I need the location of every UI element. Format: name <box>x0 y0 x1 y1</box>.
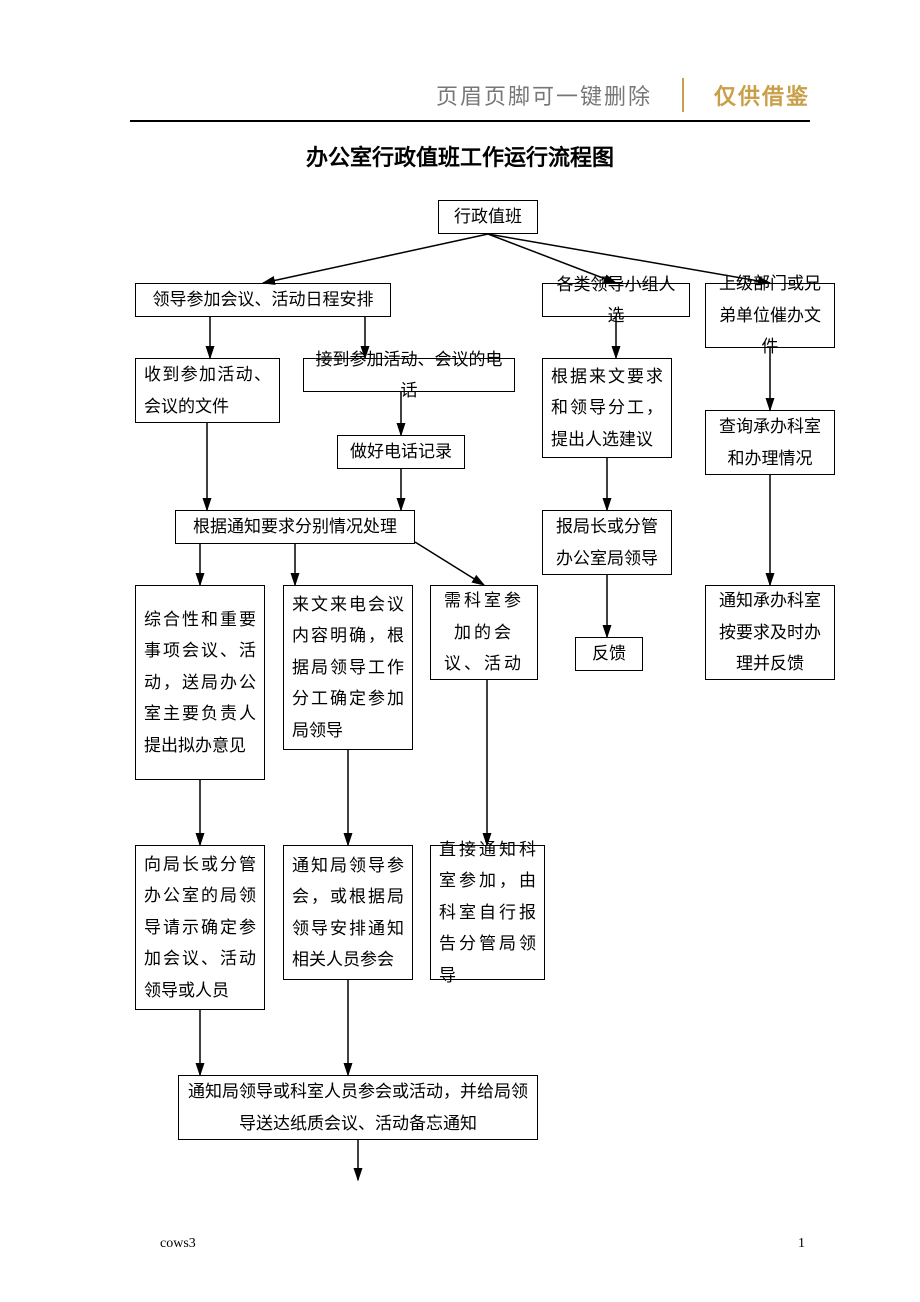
node-b2: 各类领导小组人选 <box>542 283 690 317</box>
node-c1: 收到参加活动、会议的文件 <box>135 358 280 423</box>
node-g1: 向局长或分管办公室的局领导请示确定参加会议、活动领导或人员 <box>135 845 265 1010</box>
node-g2: 通知局领导参会，或根据局领导安排通知相关人员参会 <box>283 845 413 980</box>
diagram-title: 办公室行政值班工作运行流程图 <box>0 140 920 172</box>
header-side-text: 仅供借鉴 <box>714 79 810 111</box>
node-e3: 通知承办科室按要求及时办理并反馈 <box>705 585 835 680</box>
node-root: 行政值班 <box>438 200 538 234</box>
node-f3: 需科室参加的会议、活动 <box>430 585 538 680</box>
node-d1: 做好电话记录 <box>337 435 465 469</box>
footer-left: cows3 <box>160 1236 196 1252</box>
node-c3: 根据来文要求和领导分工，提出人选建议 <box>542 358 672 458</box>
header-rule <box>130 120 810 122</box>
node-b3: 上级部门或兄弟单位催办文件 <box>705 283 835 348</box>
node-h1: 通知局领导或科室人员参会或活动，并给局领导送达纸质会议、活动备忘通知 <box>178 1075 538 1140</box>
node-f1: 综合性和重要事项会议、活动，送局办公室主要负责人提出拟办意见 <box>135 585 265 780</box>
node-e2: 报局长或分管办公室局领导 <box>542 510 672 575</box>
node-c4: 查询承办科室和办理情况 <box>705 410 835 475</box>
node-b1: 领导参加会议、活动日程安排 <box>135 283 391 317</box>
header-main-text: 页眉页脚可一键删除 <box>436 79 652 111</box>
node-c2: 接到参加活动、会议的电话 <box>303 358 515 392</box>
node-e1: 根据通知要求分别情况处理 <box>175 510 415 544</box>
node-g3: 直接通知科室参加，由科室自行报告分管局领导 <box>430 845 545 980</box>
header-divider <box>682 78 684 112</box>
node-f4: 反馈 <box>575 637 643 671</box>
page-header: 页眉页脚可一键删除 仅供借鉴 <box>130 78 810 112</box>
footer-page-number: 1 <box>798 1236 805 1252</box>
document-page: 页眉页脚可一键删除 仅供借鉴 办公室行政值班工作运行流程图 行政值班 领导参加会… <box>0 0 920 1302</box>
node-f2: 来文来电会议内容明确，根据局领导工作分工确定参加局领导 <box>283 585 413 750</box>
